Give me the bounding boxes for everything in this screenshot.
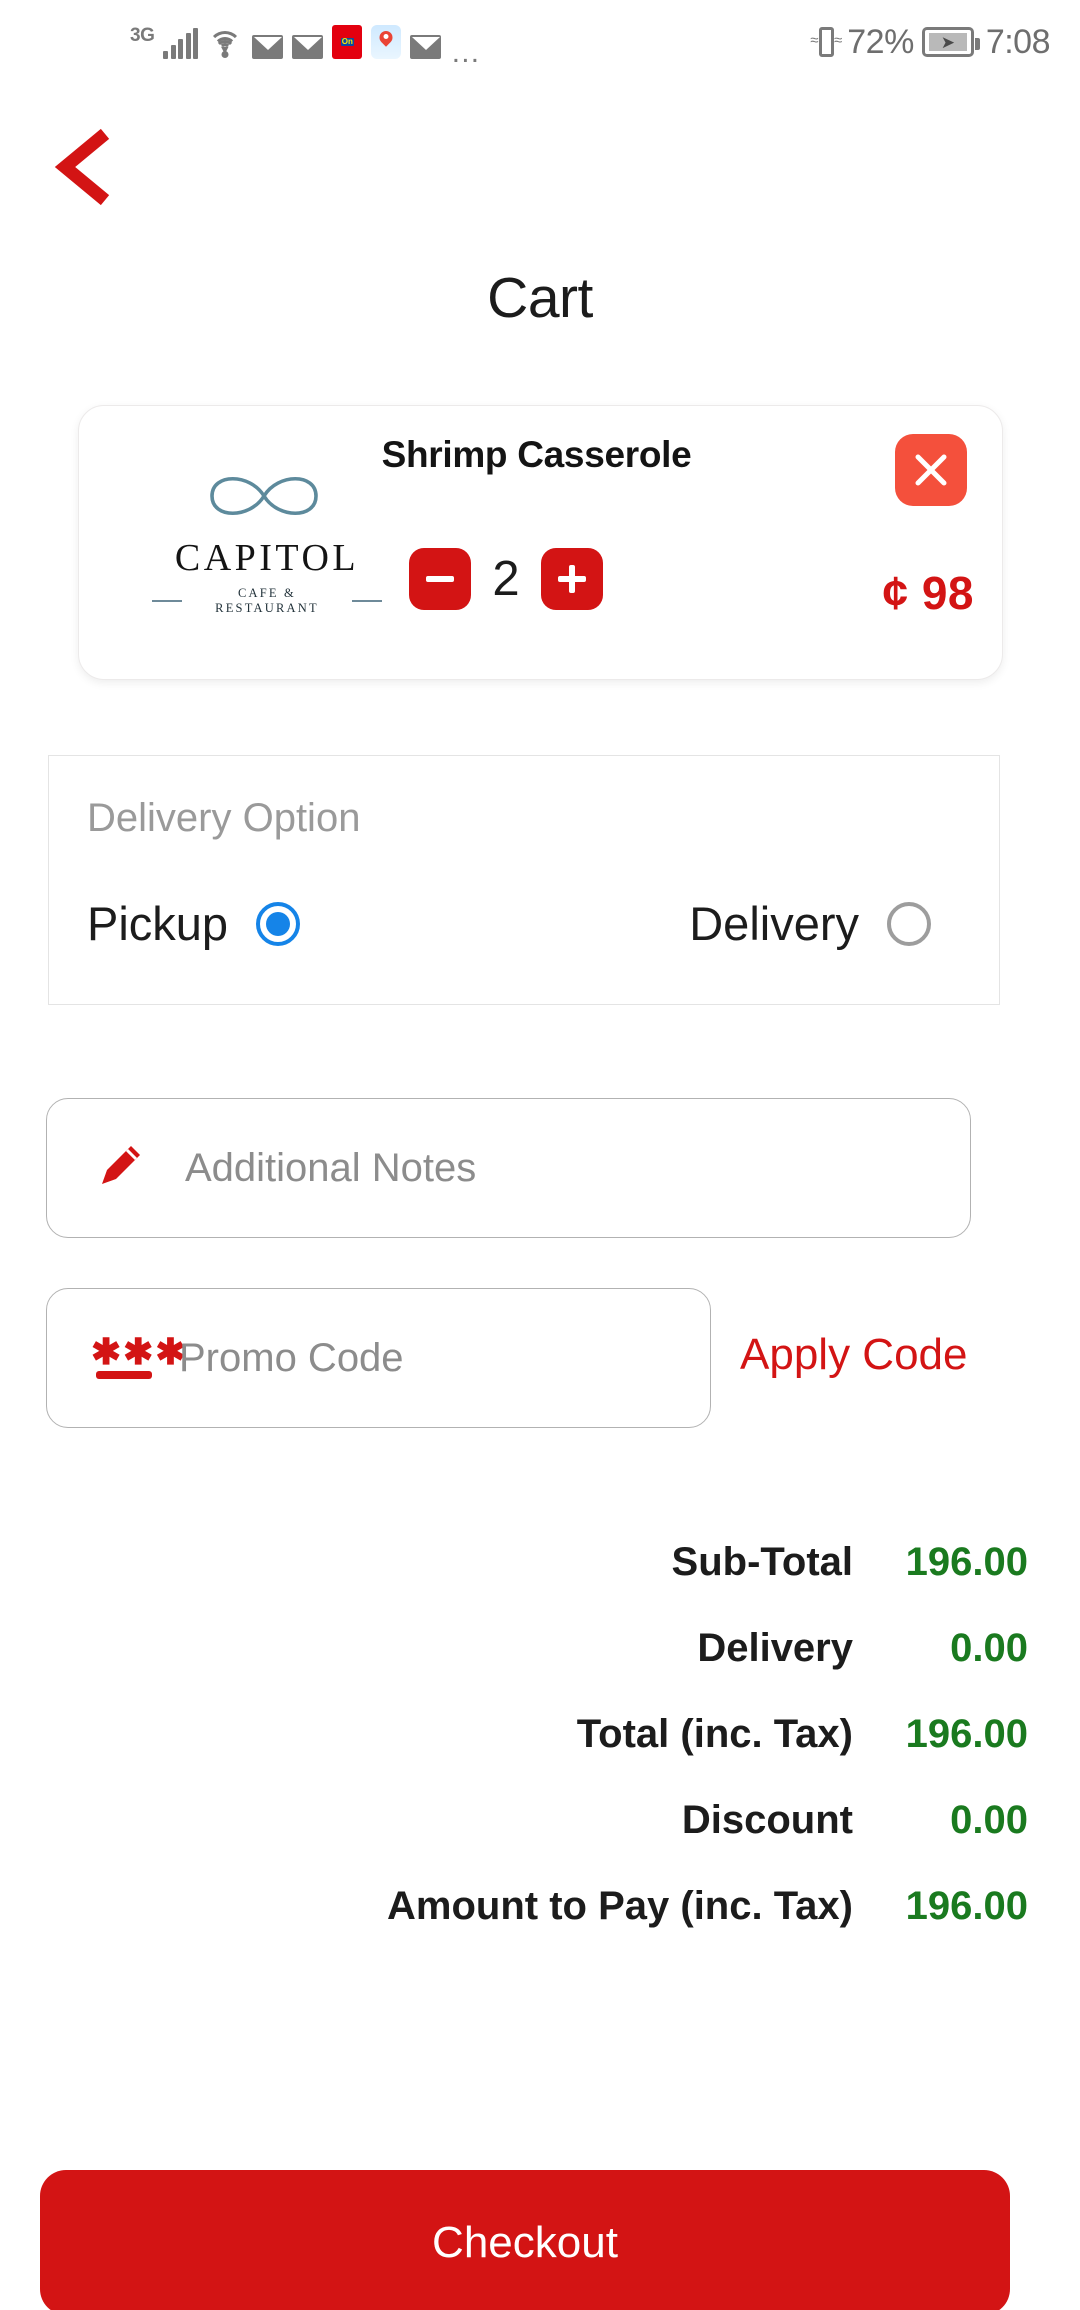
checkout-button[interactable]: Checkout (40, 2170, 1010, 2310)
more-dots-icon: … (450, 36, 483, 69)
total-value: 196.00 (905, 1884, 1028, 1928)
option-pickup[interactable]: Pickup (87, 896, 301, 951)
total-value: 196.00 (905, 1540, 1028, 1584)
option-delivery-label: Delivery (689, 897, 859, 950)
network-type-label: 3G (130, 25, 155, 46)
vibrate-icon: ≈ ≈ (810, 24, 842, 60)
brand-tagline-row: CAFE & RESTAURANT (152, 586, 382, 616)
total-label: Total (inc. Tax) (576, 1712, 853, 1756)
clock-label: 7:08 (985, 22, 1051, 61)
decrement-quantity-button[interactable] (409, 548, 471, 610)
cart-screen: 3G ▼ On … ≈ ≈ 72% ➤ 7:08 Cart CAPITOL CA… (0, 0, 1080, 2310)
mail-icon (252, 35, 284, 59)
delivery-option-row: Pickup Delivery (49, 896, 1001, 951)
totals-section: Sub-Total 196.00 Delivery 0.00 Total (in… (0, 1540, 1080, 1970)
status-bar-left: 3G ▼ On … (130, 25, 483, 69)
signal-bars-icon (163, 28, 199, 59)
mail-icon (292, 35, 324, 59)
total-value: 196.00 (905, 1712, 1028, 1756)
battery-charging-icon: ➤ (921, 27, 980, 57)
total-label: Delivery (697, 1626, 853, 1670)
brand-tagline: CAFE & RESTAURANT (215, 586, 319, 615)
total-value: 0.00 (950, 1626, 1028, 1670)
battery-percent-label: 72% (847, 22, 914, 61)
total-value: 0.00 (950, 1798, 1028, 1842)
delivery-option-section: Delivery Option Pickup Delivery (48, 755, 1000, 1005)
delivery-option-label: Delivery Option (87, 796, 361, 840)
item-price: ¢ 98 (882, 567, 974, 619)
back-chevron-icon[interactable] (48, 128, 120, 206)
password-asterisks-icon: ✱✱✱ (91, 1333, 186, 1380)
total-row: Delivery 0.00 (0, 1626, 1080, 1712)
promo-code-placeholder: Promo Code (179, 1335, 404, 1380)
mail-icon (410, 35, 442, 59)
wifi-icon: ▼ (207, 29, 243, 59)
app-notification-icon: On (332, 25, 363, 59)
pencil-icon (91, 1137, 149, 1200)
quantity-stepper: 2 (409, 548, 603, 610)
remove-item-button[interactable] (895, 434, 967, 506)
quantity-value: 2 (492, 552, 520, 606)
restaurant-logo: CAPITOL CAFE & RESTAURANT (152, 461, 382, 616)
radio-delivery[interactable] (887, 901, 931, 946)
radio-pickup[interactable] (256, 901, 301, 946)
option-pickup-label: Pickup (87, 897, 229, 950)
minus-icon (426, 576, 454, 582)
brand-name: CAPITOL (174, 537, 360, 579)
total-row: Total (inc. Tax) 196.00 (0, 1712, 1080, 1798)
page-title: Cart (487, 266, 593, 330)
increment-quantity-button[interactable] (541, 548, 603, 610)
close-icon (915, 454, 947, 486)
cart-item-card: CAPITOL CAFE & RESTAURANT Shrimp Cassero… (78, 405, 1003, 680)
divider-line (352, 600, 382, 602)
status-bar: 3G ▼ On … ≈ ≈ 72% ➤ 7:08 (0, 0, 1080, 84)
total-row: Amount to Pay (inc. Tax) 196.00 (0, 1884, 1080, 1970)
total-row: Discount 0.00 (0, 1798, 1080, 1884)
maps-icon (371, 25, 402, 59)
divider-line (152, 600, 182, 602)
option-delivery[interactable]: Delivery (689, 896, 931, 951)
additional-notes-field[interactable]: Additional Notes (46, 1098, 971, 1238)
additional-notes-placeholder: Additional Notes (185, 1145, 477, 1190)
total-label: Discount (681, 1798, 853, 1842)
status-bar-right: ≈ ≈ 72% ➤ 7:08 (810, 22, 1051, 62)
total-label: Amount to Pay (inc. Tax) (387, 1884, 853, 1928)
total-label: Sub-Total (671, 1540, 853, 1584)
plus-icon (569, 565, 575, 593)
item-name: Shrimp Casserole (381, 434, 692, 475)
promo-code-field[interactable]: ✱✱✱ Promo Code (46, 1288, 711, 1428)
apply-code-button[interactable]: Apply Code (740, 1330, 967, 1380)
total-row: Sub-Total 196.00 (0, 1540, 1080, 1626)
